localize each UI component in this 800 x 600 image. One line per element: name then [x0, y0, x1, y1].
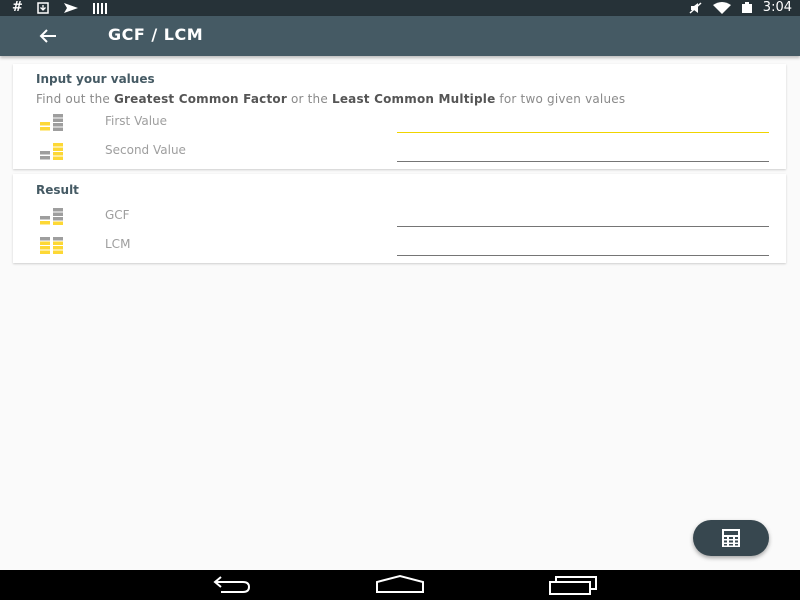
calculate-button[interactable]	[693, 520, 769, 556]
calculator-icon	[722, 529, 740, 547]
input-description: Find out the Greatest Common Factor or t…	[36, 92, 626, 106]
flag-icon	[63, 3, 78, 13]
second-value-row: Second Value	[13, 139, 786, 165]
bar-chart-icon	[40, 114, 63, 131]
result-card-title: Result	[36, 183, 79, 197]
nav-recents-icon[interactable]	[548, 574, 598, 596]
result-card: Result GCF LCM	[13, 174, 786, 263]
bar-chart-icon	[40, 143, 63, 160]
battery-icon	[741, 2, 752, 13]
input-card-title: Input your values	[36, 72, 155, 86]
lcm-output[interactable]	[397, 233, 769, 256]
first-value-row: First Value	[13, 110, 786, 136]
nav-back-icon[interactable]	[205, 574, 253, 596]
page-title: GCF / LCM	[108, 25, 204, 44]
gcf-label: GCF	[105, 208, 130, 222]
lcm-row: LCM	[13, 233, 786, 259]
clock: 3:04	[762, 0, 792, 15]
first-value-label: First Value	[105, 114, 168, 128]
arrow-left-icon[interactable]	[36, 24, 60, 48]
first-value-input[interactable]	[397, 110, 769, 133]
gcf-icon	[40, 208, 63, 225]
gcf-row: GCF	[13, 204, 786, 230]
download-icon	[37, 2, 49, 14]
wifi-icon	[712, 2, 731, 14]
second-value-input[interactable]	[397, 139, 769, 162]
hash-icon: #	[12, 0, 23, 15]
lcm-icon	[40, 237, 63, 254]
app-bar: GCF / LCM	[0, 16, 800, 56]
nav-bar	[0, 570, 800, 600]
gcf-output[interactable]	[397, 204, 769, 227]
nav-home-icon[interactable]	[375, 574, 425, 596]
lcm-label: LCM	[105, 237, 131, 251]
mute-icon	[689, 2, 702, 14]
barcode-icon	[92, 2, 107, 14]
input-card: Input your values Find out the Greatest …	[13, 64, 786, 169]
second-value-label: Second Value	[105, 143, 186, 157]
status-bar: # 3:04	[0, 0, 800, 16]
